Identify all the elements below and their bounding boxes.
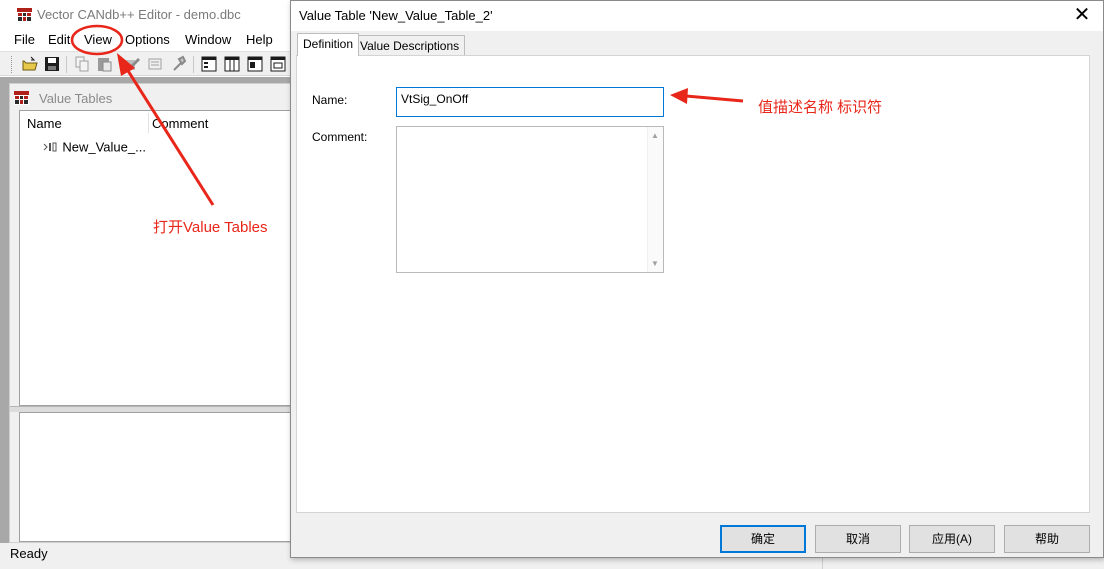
value-tables-titlebar[interactable]: Value Tables (10, 84, 299, 109)
scroll-down-icon[interactable]: ▼ (651, 259, 659, 268)
value-tables-list[interactable]: Name Comment New_Value_... (19, 110, 301, 406)
toolbar (0, 51, 300, 76)
list-view-icon[interactable] (223, 55, 241, 73)
status-text: Ready (10, 546, 48, 561)
toolbar-separator (193, 56, 194, 73)
menu-edit[interactable]: Edit (48, 32, 70, 47)
detail-view-icon[interactable] (246, 55, 264, 73)
window-view-icon[interactable] (269, 55, 287, 73)
close-icon[interactable]: ✕ (1069, 4, 1095, 28)
annotation-view-menu-note: 打开Value Tables (153, 219, 268, 236)
copy-icon[interactable] (73, 55, 91, 73)
value-tables-window: Value Tables Name Comment New_Value_... (9, 83, 301, 543)
properties-icon[interactable] (146, 55, 164, 73)
tab-definition[interactable]: Definition (297, 33, 360, 56)
table-view-icon[interactable] (200, 55, 218, 73)
menu-options[interactable]: Options (125, 32, 170, 47)
cancel-button[interactable]: 取消 (815, 525, 901, 553)
menu-help[interactable]: Help (246, 32, 273, 47)
open-folder-icon[interactable] (21, 55, 39, 73)
value-tables-detail-pane[interactable] (19, 412, 301, 542)
name-label: Name: (312, 93, 348, 107)
tab-value-descriptions[interactable]: Value Descriptions (354, 35, 466, 56)
value-table-dialog: Value Table 'New_Value_Table_2' ✕ Defini… (290, 0, 1104, 558)
column-header-name[interactable]: Name (27, 116, 62, 131)
comment-label: Comment: (312, 130, 368, 144)
app-icon (17, 8, 32, 22)
annotation-name-field-note: 值描述名称 标识符 (758, 99, 883, 116)
comment-textarea[interactable]: ▲ ▼ (396, 126, 664, 273)
paste-icon[interactable] (96, 55, 114, 73)
list-item-label: New_Value_... (62, 139, 146, 155)
tools-icon[interactable] (170, 55, 188, 73)
apply-button[interactable]: 应用(A) (909, 525, 995, 553)
comment-scrollbar[interactable]: ▲ ▼ (647, 127, 663, 272)
ok-button[interactable]: 确定 (720, 525, 806, 553)
main-window-title: Vector CANdb++ Editor - demo.dbc (37, 7, 241, 22)
tab-panel-definition: Name: VtSig_OnOff Comment: ▲ ▼ (296, 55, 1090, 513)
menubar: File Edit View Options Window Help (0, 30, 300, 50)
column-divider[interactable] (148, 113, 149, 133)
value-tables-title: Value Tables (39, 91, 113, 106)
menu-window[interactable]: Window (185, 32, 231, 47)
save-icon[interactable] (43, 55, 61, 73)
help-button[interactable]: 帮助 (1004, 525, 1090, 553)
dialog-title: Value Table 'New_Value_Table_2' (299, 8, 493, 23)
dialog-titlebar[interactable]: Value Table 'New_Value_Table_2' ✕ (291, 1, 1103, 31)
name-input-value: VtSig_OnOff (401, 92, 469, 106)
menu-view[interactable]: View (84, 32, 112, 47)
toolbar-separator (66, 56, 67, 73)
column-header-comment[interactable]: Comment (152, 116, 208, 131)
list-item[interactable]: New_Value_... (43, 139, 146, 155)
main-titlebar: Vector CANdb++ Editor - demo.dbc (0, 0, 300, 30)
scroll-up-icon[interactable]: ▲ (651, 131, 659, 140)
value-table-item-icon (43, 142, 57, 152)
menu-file[interactable]: File (14, 32, 35, 47)
edit-icon[interactable] (123, 55, 141, 73)
toolbar-grip[interactable] (11, 56, 13, 73)
name-input[interactable]: VtSig_OnOff (396, 87, 664, 117)
app-icon (14, 91, 29, 105)
